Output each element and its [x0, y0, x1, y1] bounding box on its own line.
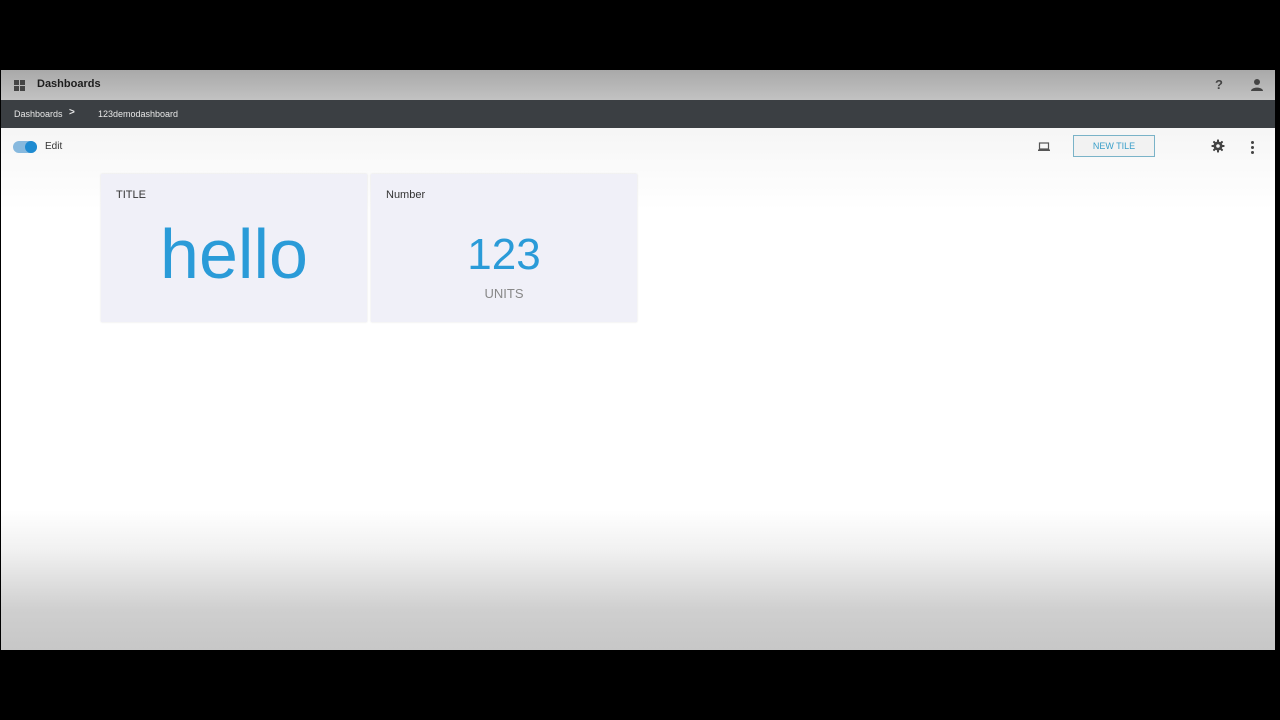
more-vertical-icon[interactable] — [1251, 140, 1255, 154]
new-tile-button[interactable]: NEW TILE — [1073, 135, 1155, 157]
tile-title-hello[interactable]: TITLE hello — [101, 174, 367, 322]
edit-toggle[interactable] — [13, 141, 37, 153]
toggle-knob — [25, 141, 37, 153]
breadcrumb-separator: > — [69, 107, 75, 118]
tile-title: TITLE — [116, 189, 146, 201]
breadcrumb-dashboards-link[interactable]: Dashboards — [14, 109, 63, 119]
user-icon[interactable] — [1250, 78, 1264, 92]
tile-title: Number — [386, 189, 426, 201]
tile-value: hello — [160, 215, 308, 293]
breadcrumb-current-dashboard: 123demodashboard — [98, 109, 179, 119]
tile-number[interactable]: Number 123 UNITS — [371, 174, 637, 322]
display-icon[interactable] — [1038, 142, 1050, 152]
dashboard-screen: Dashboards ? Dashboards > 123demodashboa… — [1, 70, 1275, 650]
gear-icon[interactable] — [1211, 139, 1225, 153]
edit-label: Edit — [45, 141, 63, 152]
breadcrumb: Dashboards > 123demodashboard — [1, 100, 1275, 128]
help-icon[interactable]: ? — [1212, 77, 1226, 92]
apps-grid-icon[interactable] — [14, 80, 25, 91]
app-title: Dashboards — [37, 78, 101, 90]
app-bar: Dashboards ? — [1, 70, 1275, 100]
tile-value: 123 — [467, 230, 541, 279]
tile-units: UNITS — [484, 286, 524, 301]
